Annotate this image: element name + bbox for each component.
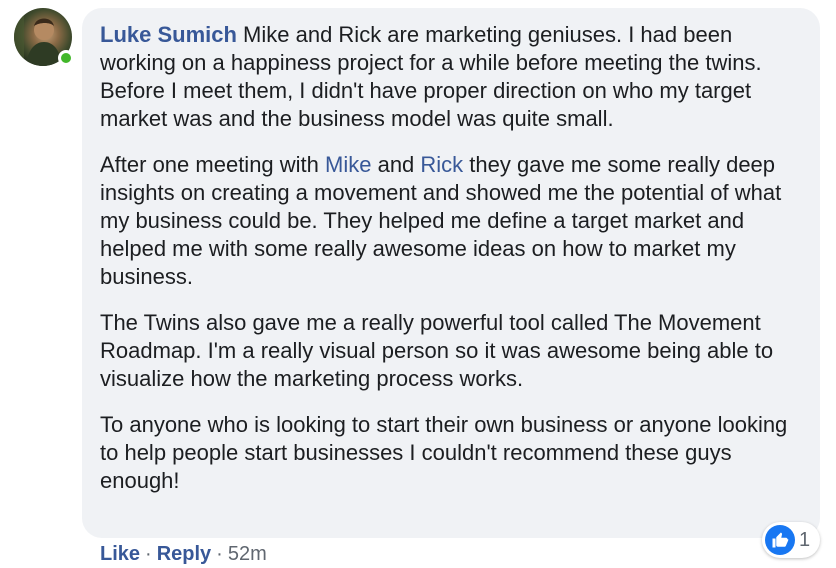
timestamp-link[interactable]: 52m <box>228 543 267 565</box>
thumbs-up-glyph <box>772 532 789 548</box>
like-button[interactable]: Like <box>100 543 140 565</box>
comment-actions: Like · Reply · 52m <box>100 540 267 568</box>
online-status-indicator <box>58 50 74 66</box>
separator-dot: · <box>145 543 152 565</box>
comment-paragraph-2: After one meeting with Mike and Rick the… <box>100 151 804 291</box>
comment-paragraph-4: To anyone who is looking to start their … <box>100 412 788 493</box>
comment-paragraph-3: The Twins also gave me a really powerful… <box>100 310 774 391</box>
mention-link-mike[interactable]: Mike <box>325 152 371 177</box>
thumbs-up-icon <box>765 525 795 555</box>
author-name-link[interactable]: Luke Sumich <box>100 22 237 47</box>
comment-bubble: Luke Sumich Mike and Rick are marketing … <box>82 8 820 538</box>
reaction-summary[interactable]: 1 <box>762 522 821 558</box>
mention-link-rick[interactable]: Rick <box>420 152 463 177</box>
avatar-container[interactable] <box>14 8 74 66</box>
comment-text: and <box>371 152 421 177</box>
reaction-count: 1 <box>799 528 811 551</box>
comment: Luke Sumich Mike and Rick are marketing … <box>0 0 836 568</box>
reply-button[interactable]: Reply <box>157 543 211 565</box>
comment-paragraph-1: Luke Sumich Mike and Rick are marketing … <box>100 21 804 133</box>
comment-text: After one meeting with <box>100 152 326 177</box>
separator-dot: · <box>216 543 223 565</box>
